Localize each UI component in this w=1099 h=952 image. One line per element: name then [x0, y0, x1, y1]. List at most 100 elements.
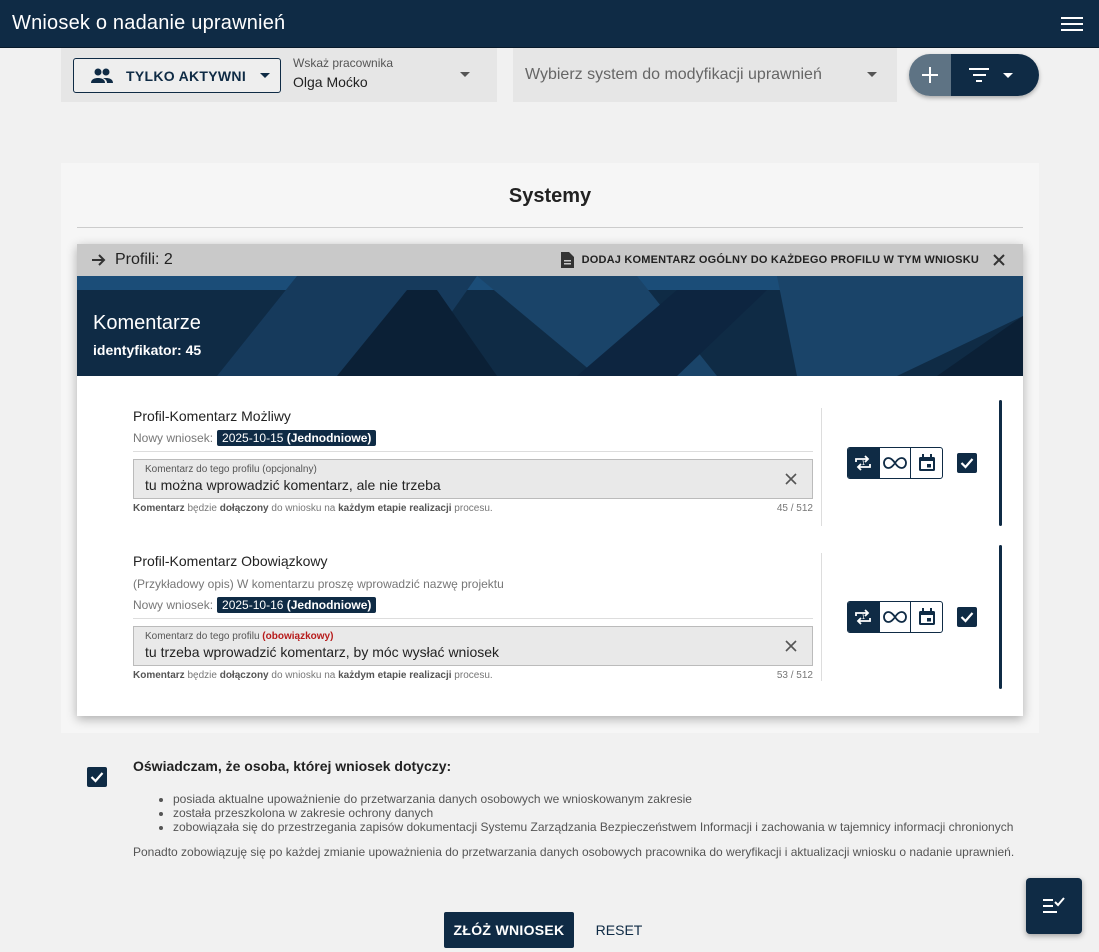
comment-field-label: Komentarz do tego profilu (opcjonalny) [145, 464, 317, 475]
clear-icon[interactable] [784, 639, 798, 653]
menu-icon[interactable] [1061, 14, 1083, 34]
active-only-label: TYLKO AKTYWNI [126, 67, 247, 84]
filter-menu-button[interactable] [951, 54, 1039, 96]
system-select-placeholder: Wybierz system do modyfikacji uprawnień [525, 66, 822, 83]
comment-field-label: Komentarz do tego profilu (obowiązkowy) [145, 631, 334, 642]
calendar-icon [918, 608, 935, 625]
check-icon [960, 612, 974, 623]
date-type: (Jednodniowe) [286, 431, 372, 445]
chevron-down-icon [867, 72, 877, 77]
repeat-one-icon: 1 [855, 455, 872, 471]
chevron-down-icon [460, 72, 470, 77]
plus-icon [922, 67, 938, 83]
infinity-icon [883, 611, 907, 623]
divider [133, 618, 813, 619]
svg-text:1: 1 [862, 460, 866, 467]
date-badge: 2025-10-15 (Jednodniowe) [217, 430, 377, 446]
app-bar: Wniosek o nadanie uprawnień [0, 0, 1099, 48]
comment-hint: Komentarz będzie dołączony do wniosku na… [133, 503, 493, 514]
new-request-label: Nowy wniosek: [133, 598, 214, 612]
system-select[interactable]: Wybierz system do modyfikacji uprawnień [513, 48, 897, 102]
profile-comment-input[interactable]: Komentarz do tego profilu (opcjonalny) t… [133, 459, 813, 499]
system-banner: Komentarze identyfikator: 45 [77, 276, 1023, 376]
app-title: Wniosek o nadanie uprawnień [12, 12, 286, 34]
divider [821, 553, 822, 681]
employee-select[interactable]: Wskaż pracownika Olga Moćko [293, 56, 488, 96]
infinite-option[interactable] [880, 448, 912, 478]
declaration-list: posiada aktualne upoważnienie do przetwa… [133, 792, 1023, 834]
profile-checkbox[interactable] [957, 607, 977, 627]
new-request-label: Nowy wniosek: [133, 431, 214, 445]
profile-item: Profil-Komentarz Możliwy Nowy wniosek: 2… [133, 408, 813, 514]
check-icon [960, 458, 974, 469]
submit-button[interactable]: ZŁÓŻ WNIOSEK [444, 912, 574, 948]
profile-comment-input[interactable]: Komentarz do tego profilu (obowiązkowy) … [133, 626, 813, 666]
repeat-one-option[interactable]: 1 [848, 602, 880, 632]
char-counter: 53 / 512 [776, 670, 813, 681]
declaration-item: została przeszkolona w zakresie ochrony … [173, 806, 1023, 820]
system-panel: Profili: 2 DODAJ KOMENTARZ OGÓLNY DO KAŻ… [77, 244, 1023, 716]
request-type-toggle: 1 [847, 447, 943, 479]
selection-indicator [999, 400, 1002, 526]
system-identifier: identyfikator: 45 [93, 342, 202, 358]
declaration: Oświadczam, że osoba, której wniosek dot… [133, 758, 1023, 860]
declaration-item: zobowiązała się do przestrzegania zapisó… [173, 820, 1023, 834]
declaration-item: posiada aktualne upoważnienie do przetwa… [173, 792, 1023, 806]
employee-filter-card: TYLKO AKTYWNI Wskaż pracownika Olga Moćk… [61, 48, 497, 102]
calendar-icon [918, 454, 935, 471]
profile-item: Profil-Komentarz Obowiązkowy (Przykładow… [133, 553, 813, 681]
add-general-comment-label: DODAJ KOMENTARZ OGÓLNY DO KAŻDEGO PROFIL… [581, 254, 979, 266]
comment-hint-row: Komentarz będzie dołączony do wniosku na… [133, 503, 813, 514]
checklist-fab-button[interactable] [1026, 878, 1082, 934]
check-icon [90, 772, 104, 783]
close-icon[interactable] [991, 252, 1007, 268]
profile-checkbox[interactable] [957, 453, 977, 473]
date-value: 2025-10-15 [222, 431, 284, 445]
repeat-one-icon: 1 [855, 609, 872, 625]
people-icon [91, 68, 113, 83]
checklist-icon [1043, 897, 1065, 913]
date-value: 2025-10-16 [222, 598, 284, 612]
toolbar-group [909, 54, 1039, 96]
infinite-option[interactable] [880, 602, 912, 632]
date-badge: 2025-10-16 (Jednodniowe) [217, 597, 377, 613]
reset-button[interactable]: RESET [590, 912, 648, 948]
new-request-row: Nowy wniosek: 2025-10-15 (Jednodniowe) [133, 430, 813, 446]
panel-header: Profili: 2 DODAJ KOMENTARZ OGÓLNY DO KAŻ… [77, 244, 1023, 276]
char-counter: 45 / 512 [776, 503, 813, 514]
declaration-paragraph: Ponadto zobowiązuję się po każdej zmiani… [133, 845, 1015, 859]
infinity-icon [883, 457, 907, 469]
filter-icon [969, 68, 989, 82]
arrow-right-icon[interactable] [91, 253, 107, 267]
date-type: (Jednodniowe) [286, 598, 372, 612]
divider [133, 451, 813, 452]
selection-indicator [999, 545, 1002, 689]
comment-hint-row: Komentarz będzie dołączony do wniosku na… [133, 670, 813, 681]
active-only-toggle-button[interactable]: TYLKO AKTYWNI [73, 58, 281, 93]
document-icon [560, 252, 574, 268]
add-button[interactable] [909, 54, 951, 96]
employee-select-label: Wskaż pracownika [293, 56, 394, 70]
declaration-checkbox[interactable] [87, 767, 107, 787]
systems-section: Systemy Profili: 2 DODAJ KOMENTARZ OGÓLN… [61, 163, 1039, 733]
comment-field-value: tu trzeba wprowadzić komentarz, by móc w… [145, 644, 500, 660]
clear-icon[interactable] [784, 472, 798, 486]
comment-hint: Komentarz będzie dołączony do wniosku na… [133, 670, 493, 681]
profiles-count: Profili: 2 [115, 251, 173, 268]
profile-name: Profil-Komentarz Możliwy [133, 408, 291, 424]
request-type-toggle: 1 [847, 601, 943, 633]
divider [77, 227, 1023, 228]
profile-name: Profil-Komentarz Obowiązkowy [133, 553, 328, 569]
calendar-option[interactable] [911, 448, 942, 478]
svg-text:1: 1 [862, 614, 866, 621]
employee-select-value: Olga Moćko [293, 74, 368, 90]
new-request-row: Nowy wniosek: 2025-10-16 (Jednodniowe) [133, 597, 813, 613]
comment-field-value: tu można wprowadzić komentarz, ale nie t… [145, 477, 441, 493]
system-name: Komentarze [93, 312, 201, 334]
profile-description: (Przykładowy opis) W komentarzu proszę w… [133, 577, 504, 591]
repeat-one-option[interactable]: 1 [848, 448, 880, 478]
banner-decoration [77, 276, 1023, 376]
calendar-option[interactable] [911, 602, 942, 632]
chevron-down-icon [1003, 72, 1013, 78]
add-general-comment-button[interactable]: DODAJ KOMENTARZ OGÓLNY DO KAŻDEGO PROFIL… [560, 244, 979, 276]
